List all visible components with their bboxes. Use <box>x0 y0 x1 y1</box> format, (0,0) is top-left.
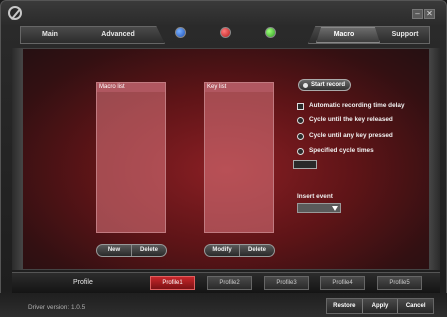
modify-key-button[interactable]: Modify <box>205 245 239 256</box>
new-macro-button[interactable]: New <box>97 245 131 256</box>
radio-icon <box>297 117 304 124</box>
tab-support[interactable]: Support <box>382 26 428 44</box>
red-indicator-icon <box>220 27 231 38</box>
logo-icon <box>8 6 22 20</box>
minimize-button[interactable]: – <box>412 9 423 19</box>
cycle-specified-label: Specified cycle times <box>309 147 374 154</box>
key-list[interactable]: Key list <box>204 82 274 233</box>
checkbox-icon <box>297 103 304 110</box>
close-button[interactable]: ✕ <box>424 9 435 19</box>
delete-macro-button[interactable]: Delete <box>132 245 166 256</box>
profile-tab-4[interactable]: Profile4 <box>320 276 365 290</box>
left-rail <box>12 48 22 270</box>
driver-version: Driver version: 1.0.5 <box>28 304 86 311</box>
apply-button[interactable]: Apply <box>363 299 398 313</box>
radio-icon <box>297 148 304 155</box>
cycle-released-label: Cycle until the key released <box>309 116 393 123</box>
radio-icon <box>297 133 304 140</box>
profile-tab-2[interactable]: Profile2 <box>207 276 252 290</box>
start-record-button[interactable]: Start record <box>298 79 351 91</box>
blue-indicator-icon <box>175 27 186 38</box>
macro-list-header: Macro list <box>97 83 165 92</box>
insert-event-select[interactable] <box>297 203 341 213</box>
auto-delay-label: Automatic recording time delay <box>309 102 405 109</box>
key-list-buttons: Modify Delete <box>204 244 275 257</box>
key-list-header: Key list <box>205 83 273 92</box>
record-icon <box>303 83 308 88</box>
macro-list-buttons: New Delete <box>96 244 167 257</box>
footer-buttons: Restore Apply Cancel <box>326 298 434 314</box>
start-record-label: Start record <box>311 82 346 88</box>
chevron-down-icon <box>332 206 338 211</box>
profile-label: Profile <box>73 279 93 286</box>
insert-event-label: Insert event <box>297 193 333 200</box>
cancel-button[interactable]: Cancel <box>398 299 433 313</box>
macro-list[interactable]: Macro list <box>96 82 166 233</box>
delete-key-button[interactable]: Delete <box>240 245 274 256</box>
profile-tab-1[interactable]: Profile1 <box>150 276 195 290</box>
tab-macro[interactable]: Macro <box>320 26 368 44</box>
profile-tab-5[interactable]: Profile5 <box>377 276 422 290</box>
tab-advanced[interactable]: Advanced <box>90 26 146 44</box>
cycle-times-input[interactable] <box>293 160 317 169</box>
profile-tab-3[interactable]: Profile3 <box>264 276 309 290</box>
green-indicator-icon <box>265 27 276 38</box>
cycle-any-label: Cycle until any key pressed <box>309 132 393 139</box>
right-rail <box>430 48 440 270</box>
restore-button[interactable]: Restore <box>327 299 362 313</box>
tab-main[interactable]: Main <box>26 26 74 44</box>
